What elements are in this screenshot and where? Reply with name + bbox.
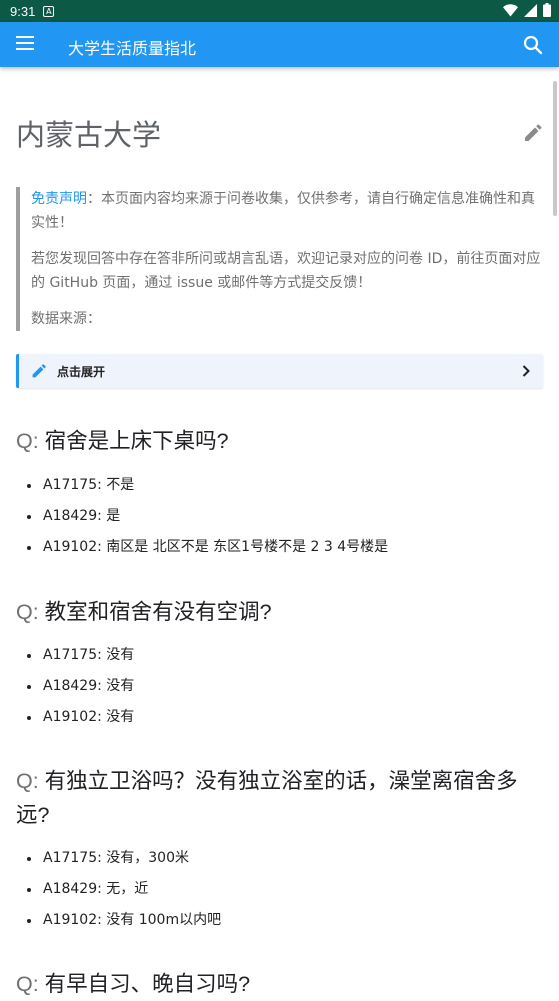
edit-icon[interactable]	[523, 123, 543, 143]
app-title: 大学生活质量指北	[68, 41, 197, 58]
app-bar: 大学生活质量指北	[0, 22, 559, 67]
question-prefix: Q:	[16, 600, 45, 624]
scrollbar-thumb[interactable]	[553, 81, 557, 216]
menu-icon[interactable]	[16, 36, 36, 52]
signal-icon	[524, 3, 537, 17]
expand-label: 点击展开	[57, 364, 106, 379]
status-time: 9:31	[10, 3, 36, 19]
question-text: 宿舍是上床下桌吗?	[44, 429, 229, 453]
question-prefix: Q:	[16, 972, 45, 996]
question-heading: Q: 教室和宿舍有没有空调?	[16, 595, 541, 629]
battery-icon	[543, 3, 551, 17]
disclaimer-label: 免责声明	[31, 191, 87, 207]
status-bar: 9:31 A	[0, 0, 559, 22]
disclaimer-text: ：本页面内容均来源于问卷收集，仅供参考，请自行确定信息准确性和真实性！	[31, 191, 535, 231]
search-icon[interactable]	[523, 35, 543, 55]
question-heading: Q: 有早自习、晚自习吗?	[16, 967, 541, 1001]
disclaimer-paragraph: 免责声明：本页面内容均来源于问卷收集，仅供参考，请自行确定信息准确性和真实性！	[31, 187, 542, 235]
page-title: 内蒙古大学	[16, 120, 162, 152]
answer-item: A17175: 不是	[16, 470, 388, 501]
answer-item: A19102: 没有	[16, 702, 134, 733]
answer-item: A19102: 南区是 北区不是 东区1号楼不是 2 3 4号楼是	[16, 532, 388, 563]
status-icons	[503, 3, 551, 17]
answer-list: A17175: 不是 A18429: 是 A19102: 南区是 北区不是 东区…	[16, 470, 388, 563]
answer-list: A17175: 没有，300米 A18429: 无，近 A19102: 没有 1…	[16, 843, 221, 936]
question-heading: Q: 宿舍是上床下桌吗?	[16, 424, 541, 458]
answer-item: A18429: 无，近	[16, 874, 221, 905]
feedback-paragraph: 若您发现回答中存在答非所问或胡言乱语，欢迎记录对应的问卷 ID，前往页面对应的 …	[31, 251, 541, 291]
disclaimer-notice: 免责声明：本页面内容均来源于问卷收集，仅供参考，请自行确定信息准确性和真实性！ …	[16, 187, 542, 331]
answer-list: A17175: 没有 A18429: 没有 A19102: 没有	[16, 640, 134, 733]
notification-icon: A	[43, 5, 55, 17]
answer-item: A18429: 是	[16, 501, 388, 532]
question-prefix: Q:	[16, 429, 45, 453]
chevron-right-icon	[522, 365, 530, 377]
question-heading: Q: 有独立卫浴吗？没有独立浴室的话，澡堂离宿舍多远?	[16, 764, 541, 832]
answer-item: A19102: 没有 100m以内吧	[16, 905, 221, 936]
question-prefix: Q:	[16, 769, 45, 793]
question-text: 有早自习、晚自习吗?	[44, 972, 251, 996]
data-source-paragraph: 数据来源：	[31, 311, 101, 327]
question-text: 有独立卫浴吗？没有独立浴室的话，澡堂离宿舍多远?	[16, 769, 518, 827]
wifi-icon	[503, 3, 518, 16]
answer-item: A17175: 没有	[16, 640, 134, 671]
question-text: 教室和宿舍有没有空调?	[44, 600, 272, 624]
page-content[interactable]: 内蒙古大学 免责声明：本页面内容均来源于问卷收集，仅供参考，请自行确定信息准确性…	[0, 67, 559, 996]
expand-toggle[interactable]: 点击展开	[16, 354, 543, 388]
answer-item: A17175: 没有，300米	[16, 843, 221, 874]
pencil-icon	[32, 364, 46, 378]
answer-item: A18429: 没有	[16, 671, 134, 702]
